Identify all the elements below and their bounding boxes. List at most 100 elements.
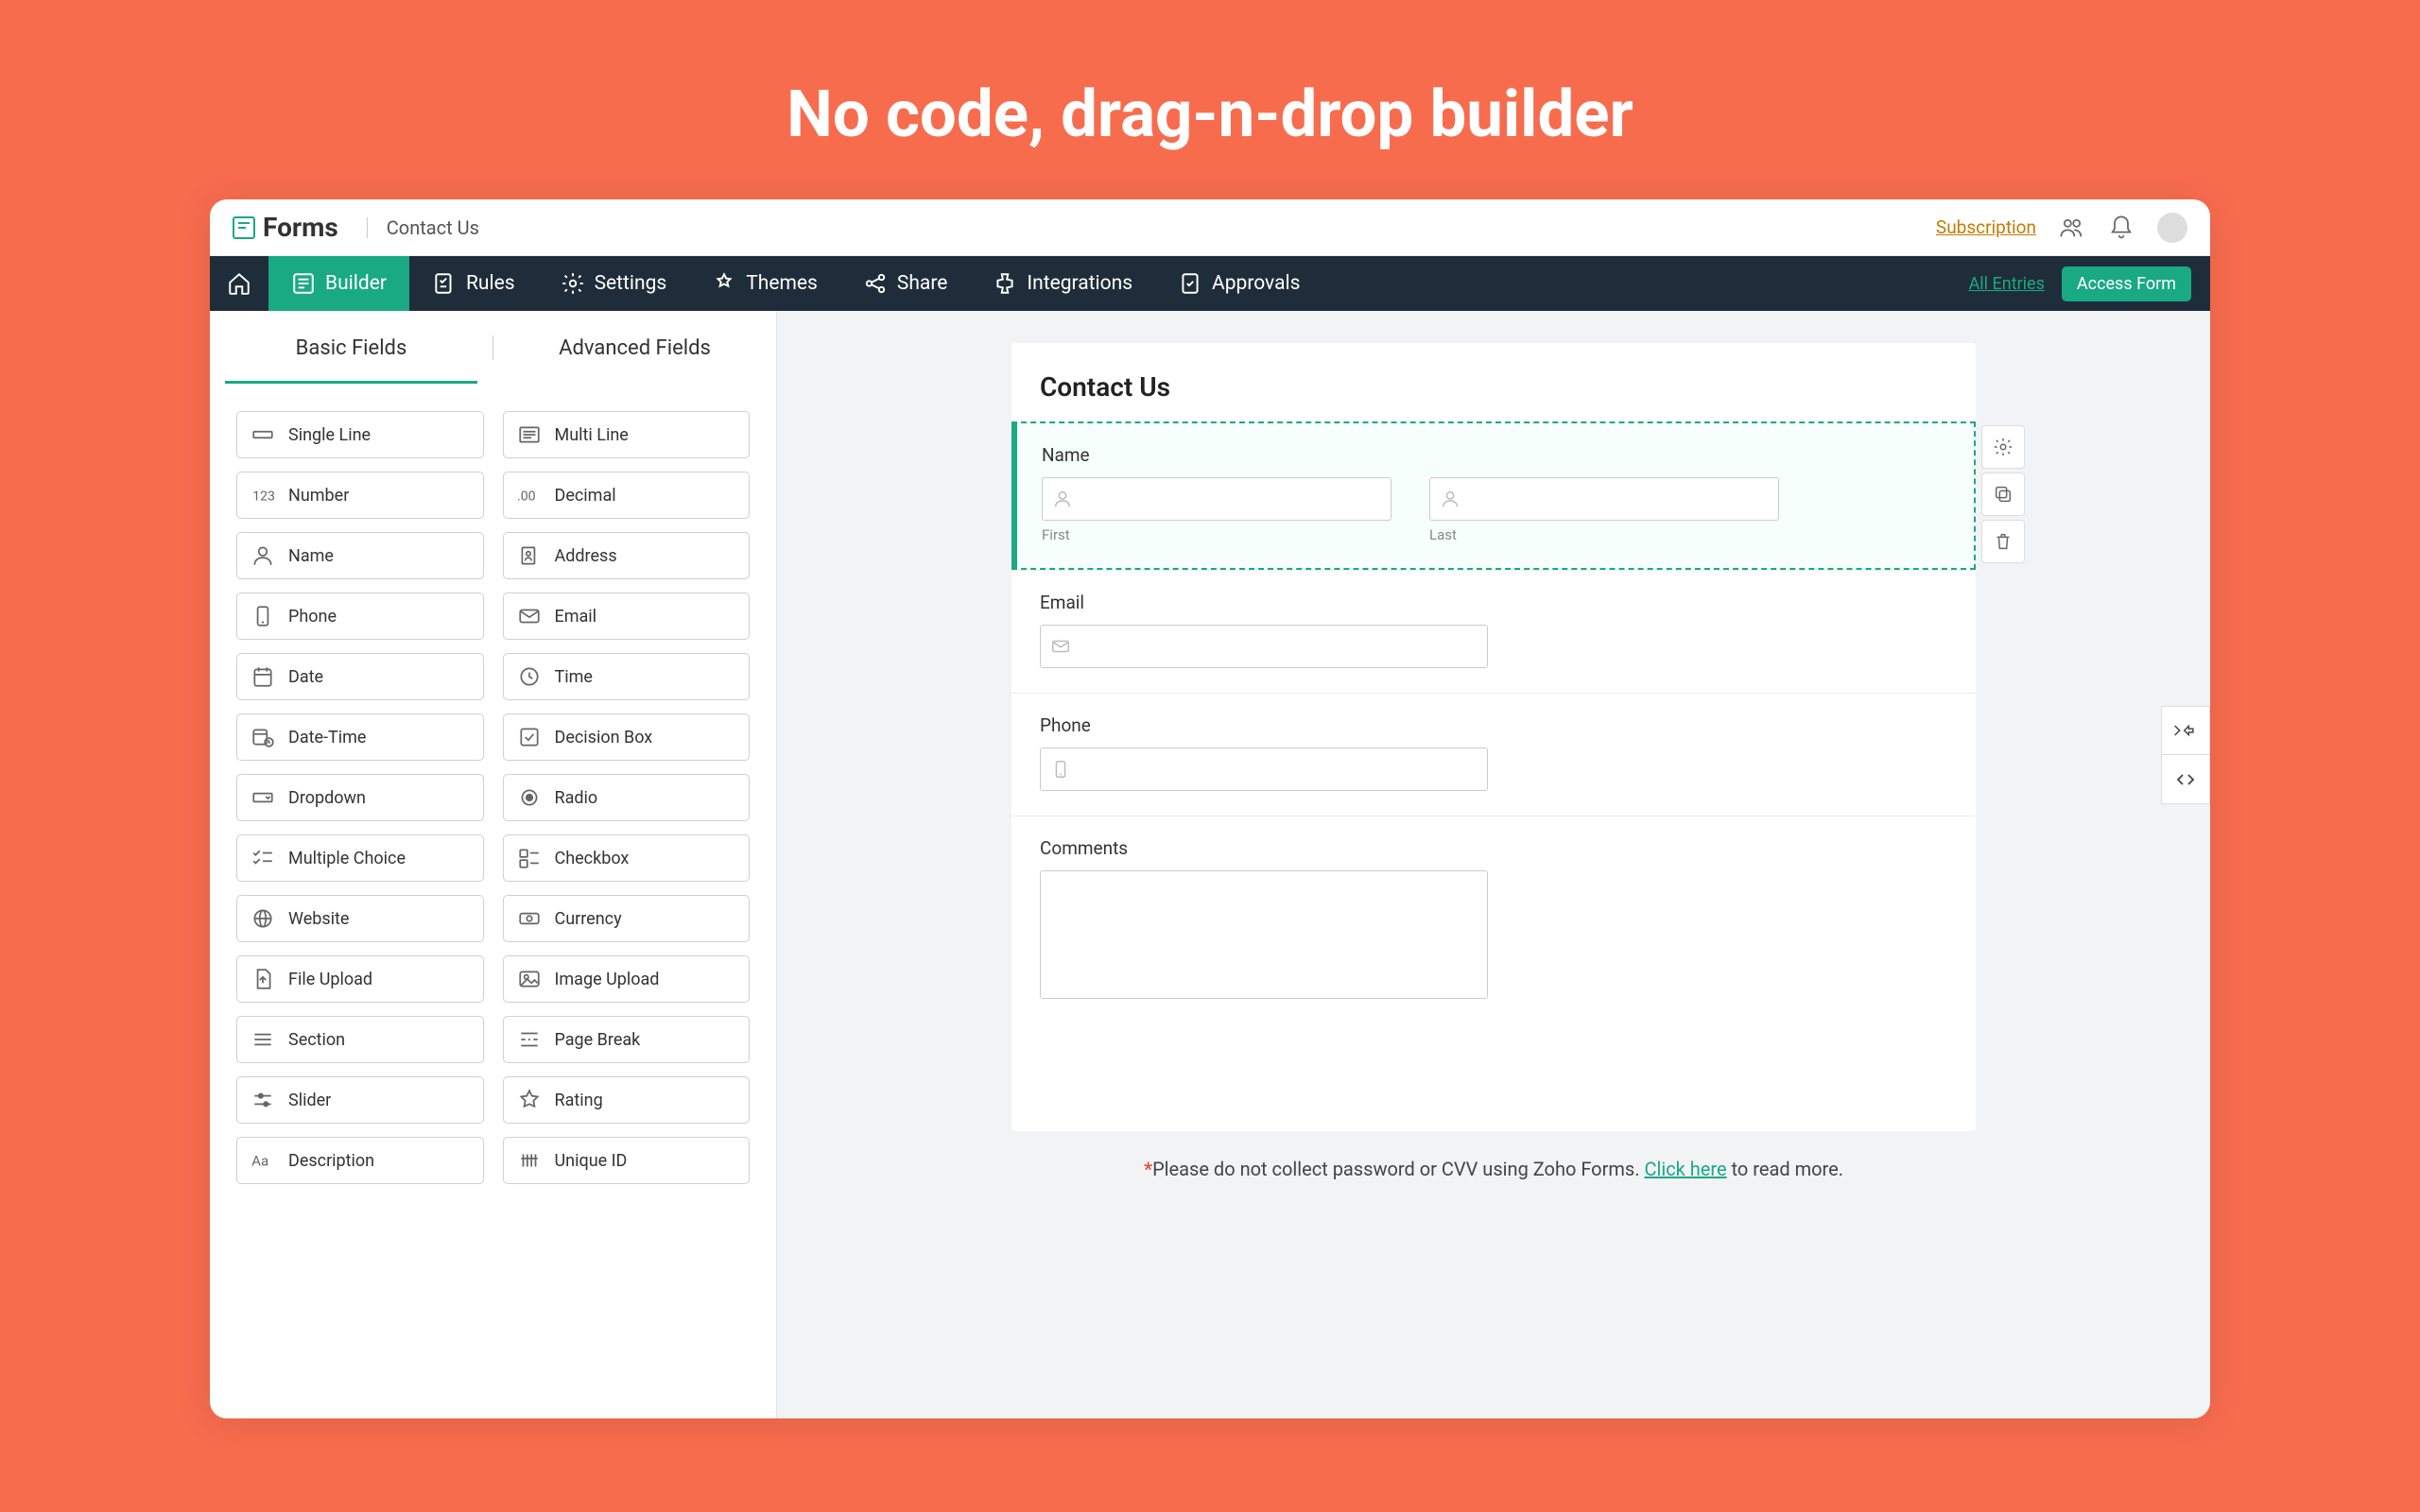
field-chip-label: Phone	[288, 607, 337, 627]
form-field-email[interactable]: Email	[1011, 570, 1976, 693]
form-field-comments[interactable]: Comments	[1011, 816, 1976, 1023]
field-chip-email[interactable]: Email	[503, 593, 751, 640]
field-chip-file[interactable]: File Upload	[236, 955, 484, 1003]
field-chip-label: Number	[288, 486, 349, 506]
subscription-link[interactable]: Subscription	[1936, 216, 2036, 238]
nav-integrations[interactable]: Integrations	[970, 256, 1155, 311]
brand-text: Forms	[263, 212, 338, 243]
nav-home[interactable]	[210, 256, 268, 311]
section-icon	[251, 1027, 275, 1052]
bell-icon[interactable]	[2108, 215, 2135, 241]
field-chip-multi-line[interactable]: Multi Line	[503, 411, 751, 458]
field-chip-single-line[interactable]: Single Line	[236, 411, 484, 458]
nav-share[interactable]: Share	[840, 256, 971, 311]
field-chip-uniqueid[interactable]: Unique ID	[503, 1137, 751, 1184]
field-chip-currency[interactable]: Currency	[503, 895, 751, 942]
form-field-phone[interactable]: Phone	[1011, 693, 1976, 816]
forms-logo-icon	[233, 216, 255, 239]
first-name-input[interactable]	[1042, 477, 1392, 521]
last-name-input[interactable]	[1429, 477, 1779, 521]
integrations-icon	[993, 271, 1017, 296]
person-icon	[1052, 489, 1073, 509]
field-chip-name[interactable]: Name	[236, 532, 484, 579]
field-chip-label: Date-Time	[288, 728, 366, 747]
form-field-name[interactable]: Name First Last	[1011, 421, 1976, 570]
tab-advanced-fields[interactable]: Advanced Fields	[493, 314, 776, 383]
field-label: Name	[1042, 444, 1945, 466]
decision-icon	[517, 725, 542, 749]
field-chip-multiple[interactable]: Multiple Choice	[236, 834, 484, 882]
nav-approvals[interactable]: Approvals	[1155, 256, 1322, 311]
dropdown-icon	[251, 785, 275, 810]
required-star: *	[1144, 1158, 1152, 1180]
field-duplicate-button[interactable]	[1981, 472, 2025, 516]
notice-link[interactable]: Click here	[1644, 1158, 1726, 1180]
email-input[interactable]	[1040, 625, 1488, 668]
field-chip-label: Rating	[555, 1091, 603, 1110]
comments-textarea[interactable]	[1040, 870, 1488, 999]
field-delete-button[interactable]	[1981, 520, 2025, 563]
nav-builder[interactable]: Builder	[268, 256, 409, 311]
field-chip-dropdown[interactable]: Dropdown	[236, 774, 484, 821]
field-chip-decision[interactable]: Decision Box	[503, 713, 751, 761]
phone-icon	[251, 604, 275, 628]
brand[interactable]: Forms	[233, 212, 338, 243]
page-headline: No code, drag-n-drop builder	[0, 0, 2420, 199]
access-form-button[interactable]: Access Form	[2062, 266, 2191, 301]
rail-collapse-button[interactable]	[2161, 706, 2210, 755]
time-icon	[517, 664, 542, 689]
field-settings-button[interactable]	[1981, 425, 2025, 469]
breadcrumb[interactable]: Contact Us	[387, 216, 479, 239]
nav-label: Themes	[746, 272, 818, 295]
field-chip-label: Decimal	[555, 486, 616, 506]
main: Basic Fields Advanced Fields Single Line…	[210, 311, 2210, 1418]
field-chip-rating[interactable]: Rating	[503, 1076, 751, 1124]
multi-line-icon	[517, 422, 542, 447]
all-entries-link[interactable]: All Entries	[1969, 274, 2045, 294]
notice-text: Please do not collect password or CVV us…	[1152, 1158, 1644, 1180]
field-chip-slider[interactable]: Slider	[236, 1076, 484, 1124]
top-bar: Forms Contact Us Subscription	[210, 199, 2210, 256]
slider-icon	[251, 1088, 275, 1112]
field-label: Phone	[1040, 714, 1947, 736]
field-chip-phone[interactable]: Phone	[236, 593, 484, 640]
nav-label: Rules	[466, 272, 515, 295]
tab-basic-fields[interactable]: Basic Fields	[210, 314, 493, 383]
users-icon[interactable]	[2059, 215, 2085, 241]
nav-settings[interactable]: Settings	[538, 256, 690, 311]
builder-icon	[291, 271, 316, 296]
field-chip-label: Checkbox	[555, 849, 630, 868]
field-chip-description[interactable]: AaDescription	[236, 1137, 484, 1184]
side-rail	[2161, 706, 2210, 804]
sublabel-first: First	[1042, 526, 1392, 543]
field-chip-website[interactable]: Website	[236, 895, 484, 942]
phone-input[interactable]	[1040, 747, 1488, 791]
multiple-icon	[251, 846, 275, 870]
nav-rules[interactable]: Rules	[409, 256, 538, 311]
field-chip-radio[interactable]: Radio	[503, 774, 751, 821]
field-chip-address[interactable]: Address	[503, 532, 751, 579]
home-icon	[227, 271, 251, 296]
field-chip-label: Decision Box	[555, 728, 653, 747]
field-chip-number[interactable]: 123Number	[236, 472, 484, 519]
field-chip-datetime[interactable]: Date-Time	[236, 713, 484, 761]
pagebreak-icon	[517, 1027, 542, 1052]
field-chip-label: Date	[288, 667, 323, 687]
field-chip-time[interactable]: Time	[503, 653, 751, 700]
field-chip-decimal[interactable]: .00 Decimal	[503, 472, 751, 519]
mail-icon	[1050, 636, 1071, 657]
nav-themes[interactable]: Themes	[689, 256, 840, 311]
field-chip-section[interactable]: Section	[236, 1016, 484, 1063]
field-chip-label: Time	[555, 667, 593, 687]
rail-code-button[interactable]	[2161, 755, 2210, 804]
field-chip-date[interactable]: Date	[236, 653, 484, 700]
field-chip-pagebreak[interactable]: Page Break	[503, 1016, 751, 1063]
avatar[interactable]	[2157, 213, 2187, 243]
share-icon	[863, 271, 888, 296]
rules-icon	[432, 271, 457, 296]
radio-icon	[517, 785, 542, 810]
nav-label: Builder	[325, 272, 387, 295]
field-chip-image[interactable]: Image Upload	[503, 955, 751, 1003]
svg-text:.00: .00	[517, 489, 536, 504]
field-chip-checkbox[interactable]: Checkbox	[503, 834, 751, 882]
